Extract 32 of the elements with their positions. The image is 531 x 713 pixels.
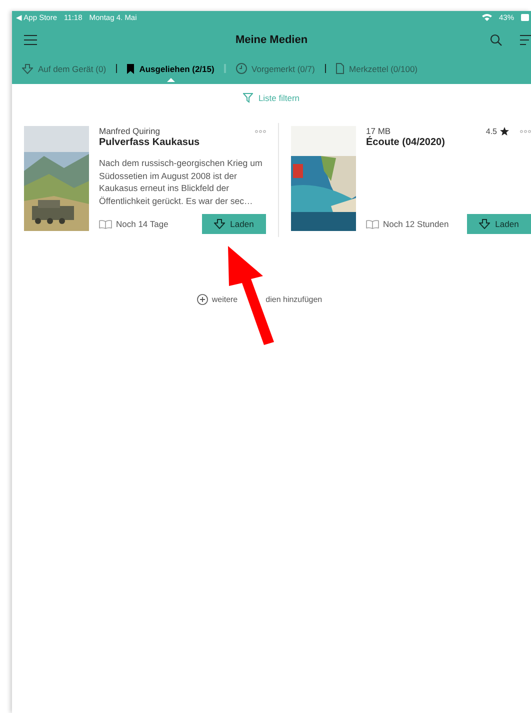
star-icon [500, 126, 509, 136]
sort-icon[interactable] [520, 35, 531, 45]
tab[interactable]: Merkzettel (0/100) [336, 63, 418, 74]
add-media-link[interactable]: dien hinzufügen [266, 295, 322, 304]
media-title[interactable]: Pulverfass Kaukasus [99, 137, 266, 148]
download-button[interactable]: Laden [202, 214, 266, 234]
media-description: Nach dem russisch-georgischen Krieg um Südossetien im August 2008 ist der Kaukasus erneut ins Blickfeld der Öffentlichkeit gerückt. Es war der sec… [99, 157, 264, 208]
tab[interactable]: Vorgemerkt (0/7) [236, 63, 315, 74]
book-icon [99, 220, 112, 228]
clock-icon [236, 63, 247, 74]
search-icon[interactable] [490, 34, 502, 46]
loan-remaining: Noch 14 Tage [116, 219, 168, 229]
download-icon [479, 219, 490, 229]
filter-icon [243, 93, 254, 103]
loan-remaining: Noch 12 Stunden [383, 219, 449, 229]
battery-icon [521, 14, 529, 20]
book-icon [366, 220, 379, 228]
add-media-link[interactable]: weitere [212, 295, 238, 304]
download-button[interactable]: Laden [467, 214, 531, 234]
media-meta: Manfred Quiring [99, 126, 160, 136]
menu-icon[interactable] [24, 35, 37, 45]
media-meta: 17 MB [366, 126, 391, 136]
add-icon[interactable] [196, 294, 208, 305]
download-icon [214, 219, 226, 229]
rating-value: 4.5 [486, 126, 497, 136]
tab[interactable]: Auf dem Gerät (0) [22, 64, 106, 74]
document-icon [336, 63, 344, 74]
media-title[interactable]: Écoute (04/2020) [366, 137, 531, 148]
wifi-icon [482, 13, 492, 21]
bookmark-icon [127, 64, 134, 74]
screen-title: Meine Medien [235, 34, 308, 46]
download-icon [22, 64, 33, 74]
